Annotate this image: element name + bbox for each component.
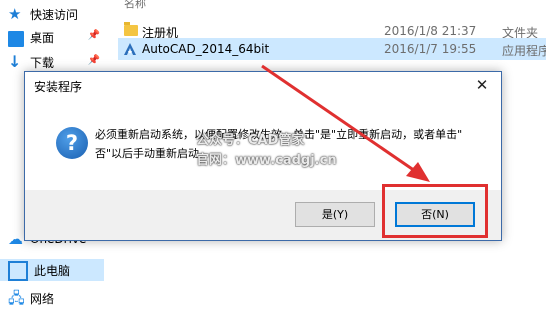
file-row-selected[interactable]: AutoCAD_2014_64bit 2016/1/7 19:55 应用程序 [118,38,546,60]
watermark: 公众号：CAD管家 官网：www.cadgj.cn [196,131,337,171]
watermark-line2: 官网：www.cadgj.cn [196,153,337,168]
dialog-title: 安装程序 [34,80,83,94]
sidebar-item-downloads[interactable]: ↓ 下载 📌 [0,51,104,73]
sidebar-item-label: 此电脑 [34,263,71,278]
desktop-icon [8,30,24,47]
download-icon: ↓ [8,52,22,71]
yes-button[interactable]: 是(Y) [295,202,375,227]
sidebar-item-this-pc[interactable]: 此电脑 [0,259,104,281]
computer-icon [8,261,28,281]
sidebar-item-desktop[interactable]: 桌面 📌 [0,26,104,48]
dialog-message-line2: 否"以后手动重新启动。 [95,147,211,160]
dialog-titlebar[interactable]: 安装程序 ✕ [25,72,501,98]
file-type: 应用程序 [502,44,546,58]
sidebar-item-network[interactable]: 🖧 网络 [0,287,104,309]
sidebar-item-label: 桌面 [30,30,55,45]
column-header[interactable]: 名称 [118,0,546,11]
close-icon[interactable]: ✕ [469,74,495,96]
file-date: 2016/1/7 19:55 [384,42,477,56]
sidebar-item-label: 下载 [30,55,55,70]
star-icon: ★ [8,5,22,23]
file-date: 2016/1/8 21:37 [384,24,477,38]
highlight-box [382,184,488,238]
sidebar-item-label: 网络 [30,291,55,306]
folder-icon [124,22,138,36]
file-name: AutoCAD_2014_64bit [142,42,270,56]
sidebar-item-label: 快速访问 [30,7,79,22]
pin-icon: 📌 [87,30,100,41]
sidebar-item-quick-access[interactable]: ★ 快速访问 [0,3,104,25]
autocad-icon [124,43,136,55]
question-icon: ? [56,127,88,159]
watermark-line1: 公众号：CAD管家 [196,133,305,148]
column-header-name[interactable]: 名称 [124,0,146,11]
cloud-icon: ☁ [8,230,23,248]
pin-icon: 📌 [87,55,100,66]
network-icon: 🖧 [8,289,25,307]
